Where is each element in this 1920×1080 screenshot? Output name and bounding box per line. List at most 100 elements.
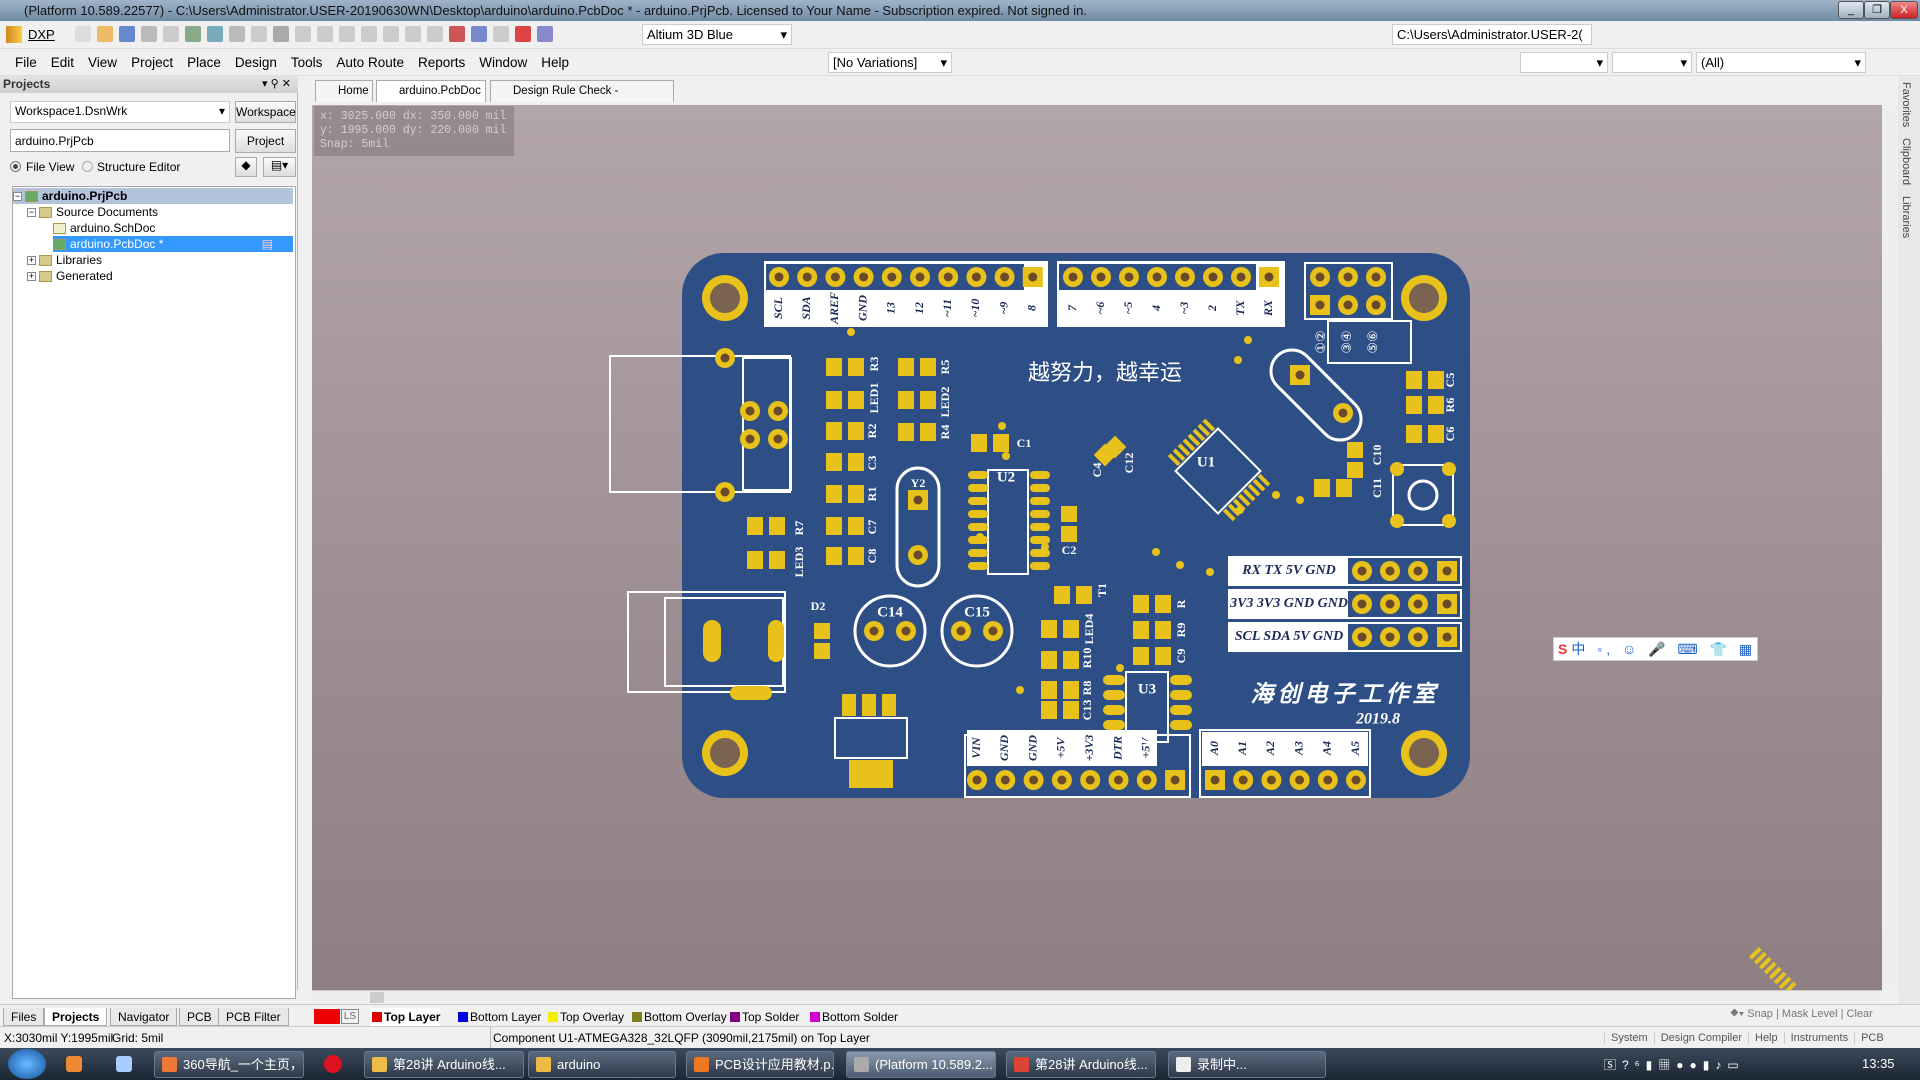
netease-music-icon[interactable] [324, 1055, 342, 1073]
toolbar-button-icon[interactable] [405, 26, 421, 42]
panel-tab-pcb[interactable]: PCB [179, 1008, 220, 1026]
toolbar-button-icon[interactable] [163, 26, 179, 42]
structure-editor-radio[interactable] [82, 161, 93, 172]
status-panel-system[interactable]: System [1604, 1032, 1654, 1044]
toolbar-button-icon[interactable] [317, 26, 333, 42]
theme-select[interactable]: Altium 3D Blue ▾ [642, 24, 792, 45]
taskbar-item[interactable]: PCB设计应用教材.p... [686, 1051, 834, 1078]
toolbar-button-icon[interactable] [493, 26, 509, 42]
toolbar-button-icon[interactable] [251, 26, 267, 42]
toolbar-button-icon[interactable] [339, 26, 355, 42]
tree-item-project[interactable]: − arduino.PrjPcb [13, 188, 293, 204]
status-panel-pcb[interactable]: PCB [1854, 1032, 1890, 1044]
snap-button[interactable]: Snap [1747, 1008, 1773, 1020]
toolbar-button-icon[interactable] [75, 26, 91, 42]
layer-tab-bottom-overlay[interactable]: Bottom Overlay [630, 1008, 727, 1026]
minimize-button[interactable]: _ [1838, 1, 1864, 19]
workspace-button[interactable]: Workspace [235, 101, 296, 123]
toolbar-button-icon[interactable] [515, 26, 531, 42]
taskbar-item[interactable]: 录制中... [1168, 1051, 1326, 1078]
system-tray-icons[interactable]: 🅂?⁶▮▦●●▮♪▭ [1604, 1056, 1745, 1073]
filter-select-2[interactable]: ▾ [1612, 52, 1692, 73]
menu-project[interactable]: Project [124, 49, 180, 76]
panel-menu-icon[interactable]: ▾ ⚲ ✕ [262, 77, 291, 90]
tree-item-libraries[interactable]: + Libraries [27, 252, 102, 268]
status-panel-design-compiler[interactable]: Design Compiler [1653, 1032, 1748, 1044]
filter-select-1[interactable]: ▾ [1520, 52, 1608, 73]
filter-icon[interactable]: ⯁▾ [1730, 1008, 1744, 1020]
toolbar-button-icon[interactable] [119, 26, 135, 42]
file-view-radio[interactable] [10, 161, 21, 172]
toolbar-button-icon[interactable] [427, 26, 443, 42]
status-panel-instruments[interactable]: Instruments [1783, 1032, 1855, 1044]
libraries-panel-tab[interactable]: Libraries [1900, 196, 1912, 238]
tab-pcbdoc[interactable]: arduino.PcbDoc * [376, 80, 486, 117]
toolbar-button-icon[interactable] [537, 26, 553, 42]
restore-button[interactable]: ❐ [1864, 1, 1890, 19]
start-button[interactable] [8, 1049, 46, 1079]
mask-level-button[interactable]: Mask Level [1782, 1008, 1838, 1020]
taskbar-item[interactable]: 第28讲 Arduino线... [364, 1051, 524, 1078]
toolbar-button-icon[interactable] [273, 26, 289, 42]
favorites-panel-tab[interactable]: Favorites [1900, 82, 1912, 127]
menu-edit[interactable]: Edit [44, 49, 81, 76]
layer-tab-bottom-layer[interactable]: Bottom Layer [456, 1008, 541, 1026]
pcb-board-view[interactable]: SCL SDA AREF GND 13 12 ~11 ~10 ~9 8 7 ~6 ~5 4 ~3 2 TX RX ①… [312, 105, 1882, 1050]
menu-auto-route[interactable]: Auto Route [329, 49, 411, 76]
layer-set-button[interactable]: LS [341, 1009, 359, 1024]
menu-design[interactable]: Design [228, 49, 284, 76]
tab-drc-report[interactable]: Design Rule Check - arduino.html [490, 80, 674, 117]
menu-place[interactable]: Place [180, 49, 228, 76]
panel-tab-pcb-filter[interactable]: PCB Filter [218, 1008, 289, 1026]
close-button[interactable]: X [1890, 1, 1918, 19]
toolbar-button-icon[interactable] [361, 26, 377, 42]
toolbar-button-icon[interactable] [383, 26, 399, 42]
toolbar-button-icon[interactable] [207, 26, 223, 42]
tree-item-source-documents[interactable]: − Source Documents [27, 204, 158, 220]
clear-button[interactable]: Clear [1847, 1008, 1873, 1020]
project-input[interactable] [10, 129, 230, 152]
panel-tab-projects[interactable]: Projects [44, 1008, 108, 1026]
toolbar-button-icon[interactable] [471, 26, 487, 42]
tree-item-pcbdoc[interactable]: arduino.PcbDoc * ▤ [53, 236, 293, 252]
layer-tab-top-solder[interactable]: Top Solder [728, 1008, 799, 1026]
ime-toolbar[interactable]: S中 ◦, ☺ 🎤 ⌨ 👕 ▦ [1553, 637, 1758, 661]
current-layer-color[interactable] [314, 1009, 340, 1024]
project-options-icon[interactable]: ▤▾ [263, 157, 296, 177]
layer-tab-top-overlay[interactable]: Top Overlay [546, 1008, 624, 1026]
status-panel-help[interactable]: Help [1748, 1032, 1784, 1044]
project-button[interactable]: Project [235, 129, 296, 153]
taskbar-item[interactable]: (Platform 10.589.2... [846, 1051, 996, 1078]
layer-tab-bottom-solder[interactable]: Bottom Solder [808, 1008, 898, 1026]
filter-all-select[interactable]: (All) ▾ [1696, 52, 1866, 73]
menu-help[interactable]: Help [534, 49, 576, 76]
toolbar-button-icon[interactable] [141, 26, 157, 42]
panel-tab-navigator[interactable]: Navigator [110, 1008, 178, 1026]
toolbar-button-icon[interactable] [97, 26, 113, 42]
horizontal-scrollbar[interactable] [312, 990, 1882, 1004]
tab-home[interactable]: Home [315, 80, 373, 102]
menu-reports[interactable]: Reports [411, 49, 472, 76]
panel-tab-files[interactable]: Files [3, 1008, 45, 1026]
dxp-menu[interactable]: DXP [28, 27, 55, 42]
workspace-select[interactable]: Workspace1.DsnWrk ▾ [10, 101, 230, 123]
quicklaunch-icon[interactable] [116, 1056, 132, 1072]
variations-select[interactable]: [No Variations] ▾ [828, 52, 952, 73]
clipboard-panel-tab[interactable]: Clipboard [1900, 138, 1912, 185]
tree-item-generated[interactable]: + Generated [27, 268, 113, 284]
vertical-scrollbar[interactable] [1882, 105, 1898, 990]
quicklaunch-icon[interactable] [66, 1056, 82, 1072]
taskbar-item[interactable]: arduino [528, 1051, 676, 1078]
toolbar-button-icon[interactable] [185, 26, 201, 42]
refresh-project-icon[interactable]: ◆ [235, 157, 257, 177]
pcb-canvas[interactable]: SCL SDA AREF GND 13 12 ~11 ~10 ~9 8 7 ~6 ~5 4 ~3 2 TX RX ①… [312, 105, 1882, 1050]
toolbar-button-icon[interactable] [229, 26, 245, 42]
toolbar-button-icon[interactable] [295, 26, 311, 42]
menu-window[interactable]: Window [472, 49, 534, 76]
path-select[interactable]: C:\Users\Administrator.USER-2(▾ [1392, 24, 1592, 61]
tree-item-schdoc[interactable]: arduino.SchDoc [53, 220, 155, 236]
layer-tab-top-layer[interactable]: Top Layer [370, 1008, 441, 1026]
menu-tools[interactable]: Tools [284, 49, 330, 76]
menu-file[interactable]: File [8, 49, 44, 76]
taskbar-item[interactable]: 第28讲 Arduino线... [1006, 1051, 1156, 1078]
